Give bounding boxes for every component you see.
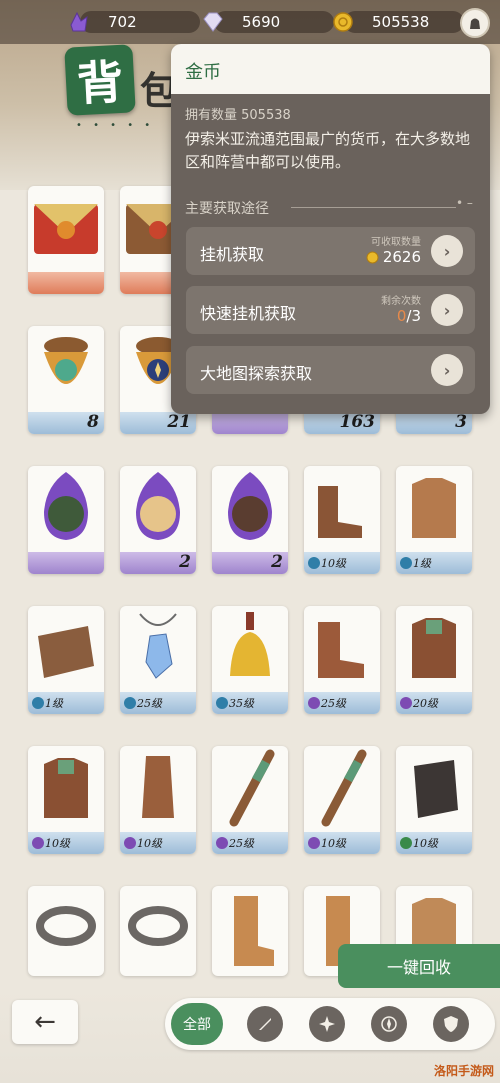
item-count: 8 [87,412,99,432]
gold-coin-icon [330,9,356,35]
item-level: 10级 [124,835,162,851]
route-idle-collect[interactable]: 挂机获取 可收取数量 2626 › [186,227,475,275]
popup-title: 金币 [185,62,221,83]
star-filter-icon[interactable] [309,1006,345,1042]
bracer-icon [38,626,94,678]
boots-icon [318,486,362,538]
gold-coin-icon [366,251,379,263]
armor-icon [412,618,456,678]
item-card-staff-2[interactable]: 10级 [304,746,380,854]
route-meta: 剩余次数 [381,296,421,307]
staff-icon [321,749,367,827]
item-card-bell[interactable]: 35级 [212,606,288,714]
item-count: 2 [179,552,191,572]
item-card-acorn-green[interactable]: 8 [28,326,104,434]
recycle-all-button[interactable]: 一键回收 [338,944,500,988]
armor-icon [44,758,88,818]
popup-header: 金币 [171,44,490,94]
route-label: 快速挂机获取 [200,304,297,323]
hero-soul-orb-icon [136,472,180,540]
item-level: 35级 [216,695,254,711]
armor-icon [412,478,456,538]
route-value: 2626 [366,248,421,266]
item-level: 1级 [32,695,63,711]
item-level: 1级 [400,555,431,571]
item-card-staff[interactable]: 25级 [212,746,288,854]
filter-all-tab[interactable]: 全部 [171,1003,223,1045]
item-card-dark-armor[interactable]: 10级 [396,746,472,854]
item-card-armor-3[interactable]: 10级 [28,746,104,854]
item-card-hero-soul[interactable]: 2 [212,466,288,574]
section-divider [291,207,456,208]
route-label: 挂机获取 [200,245,265,264]
watermark: 洛阳手游网 [433,1064,494,1078]
item-card-crystal-necklace[interactable]: 25级 [120,606,196,714]
currency-value: 505538 [372,13,430,31]
route-map-explore[interactable]: 大地图探索获取 › [186,346,475,394]
item-card-armor[interactable]: 1级 [396,466,472,574]
item-card-hero-soul[interactable]: 2 [120,466,196,574]
item-level: 25级 [216,835,254,851]
item-level: 20级 [400,695,438,711]
chevron-right-icon[interactable]: › [431,354,463,386]
item-level: 25级 [308,695,346,711]
source-section-title: 主要获取途径 [185,201,269,217]
compass-filter-icon[interactable] [371,1006,407,1042]
golden-bell-icon [230,612,270,676]
shield-filter-icon[interactable] [433,1006,469,1042]
chevron-right-icon[interactable]: › [431,294,463,326]
item-card-hero-soul[interactable] [28,466,104,574]
item-card-armor-2[interactable]: 20级 [396,606,472,714]
item-card-gauntlet[interactable]: 10级 [120,746,196,854]
route-quick-idle[interactable]: 快速挂机获取 剩余次数 0/3 › [186,286,475,334]
item-level: 10级 [32,835,70,851]
filter-bar: 全部 [165,998,495,1050]
item-card-ring-2[interactable] [120,886,196,976]
weapon-filter-icon[interactable] [247,1006,283,1042]
popup-description: 伊索米亚流通范围最广的货币，在大多数地区和阵营中都可以使用。 [185,130,471,171]
chevron-right-icon[interactable]: › [431,235,463,267]
item-count: 2 [271,552,283,572]
crystal-pendant-icon [139,613,177,679]
hero-soul-orb-icon [44,472,88,540]
route-label: 大地图探索获取 [200,364,313,383]
staff-icon [229,749,275,827]
gauntlet-icon [142,756,174,818]
route-meta: 可收取数量 [371,237,421,248]
boots-icon [234,896,274,966]
back-button[interactable]: ← [12,1000,78,1044]
item-level: 10级 [400,835,438,851]
diamond-icon [200,9,226,35]
dark-armor-icon [414,760,458,818]
red-envelope-icon [34,204,98,254]
owned-amount: 拥有数量 505538 [185,108,291,123]
item-card-bracer[interactable]: 1级 [28,606,104,714]
currency-value: 5690 [242,13,281,31]
purple-crystal-icon [66,9,92,35]
gold-info-popup: 金币 拥有数量 505538 伊索米亚流通范围最广的货币，在大多数地区和阵营中都… [171,44,490,414]
ring-icon [36,906,96,946]
item-count: 163 [339,412,376,432]
boots-icon [318,622,364,678]
item-count: 21 [167,412,191,432]
divider-deco: • – [456,196,473,210]
route-value: 0/3 [396,307,421,325]
ring-icon [128,906,188,946]
item-card-ring[interactable] [28,886,104,976]
item-count: 3 [455,412,467,432]
item-level: 10级 [308,835,346,851]
hero-soul-orb-icon [228,472,272,540]
item-card-envelope[interactable] [28,186,104,294]
item-card-boots-2[interactable]: 25级 [304,606,380,714]
item-level: 10级 [308,555,346,571]
item-card-boots-3[interactable] [212,886,288,976]
currency-value: 702 [108,13,137,31]
item-level: 25级 [124,695,162,711]
acorn-emblem-icon [44,337,88,384]
item-card-boots[interactable]: 10级 [304,466,380,574]
